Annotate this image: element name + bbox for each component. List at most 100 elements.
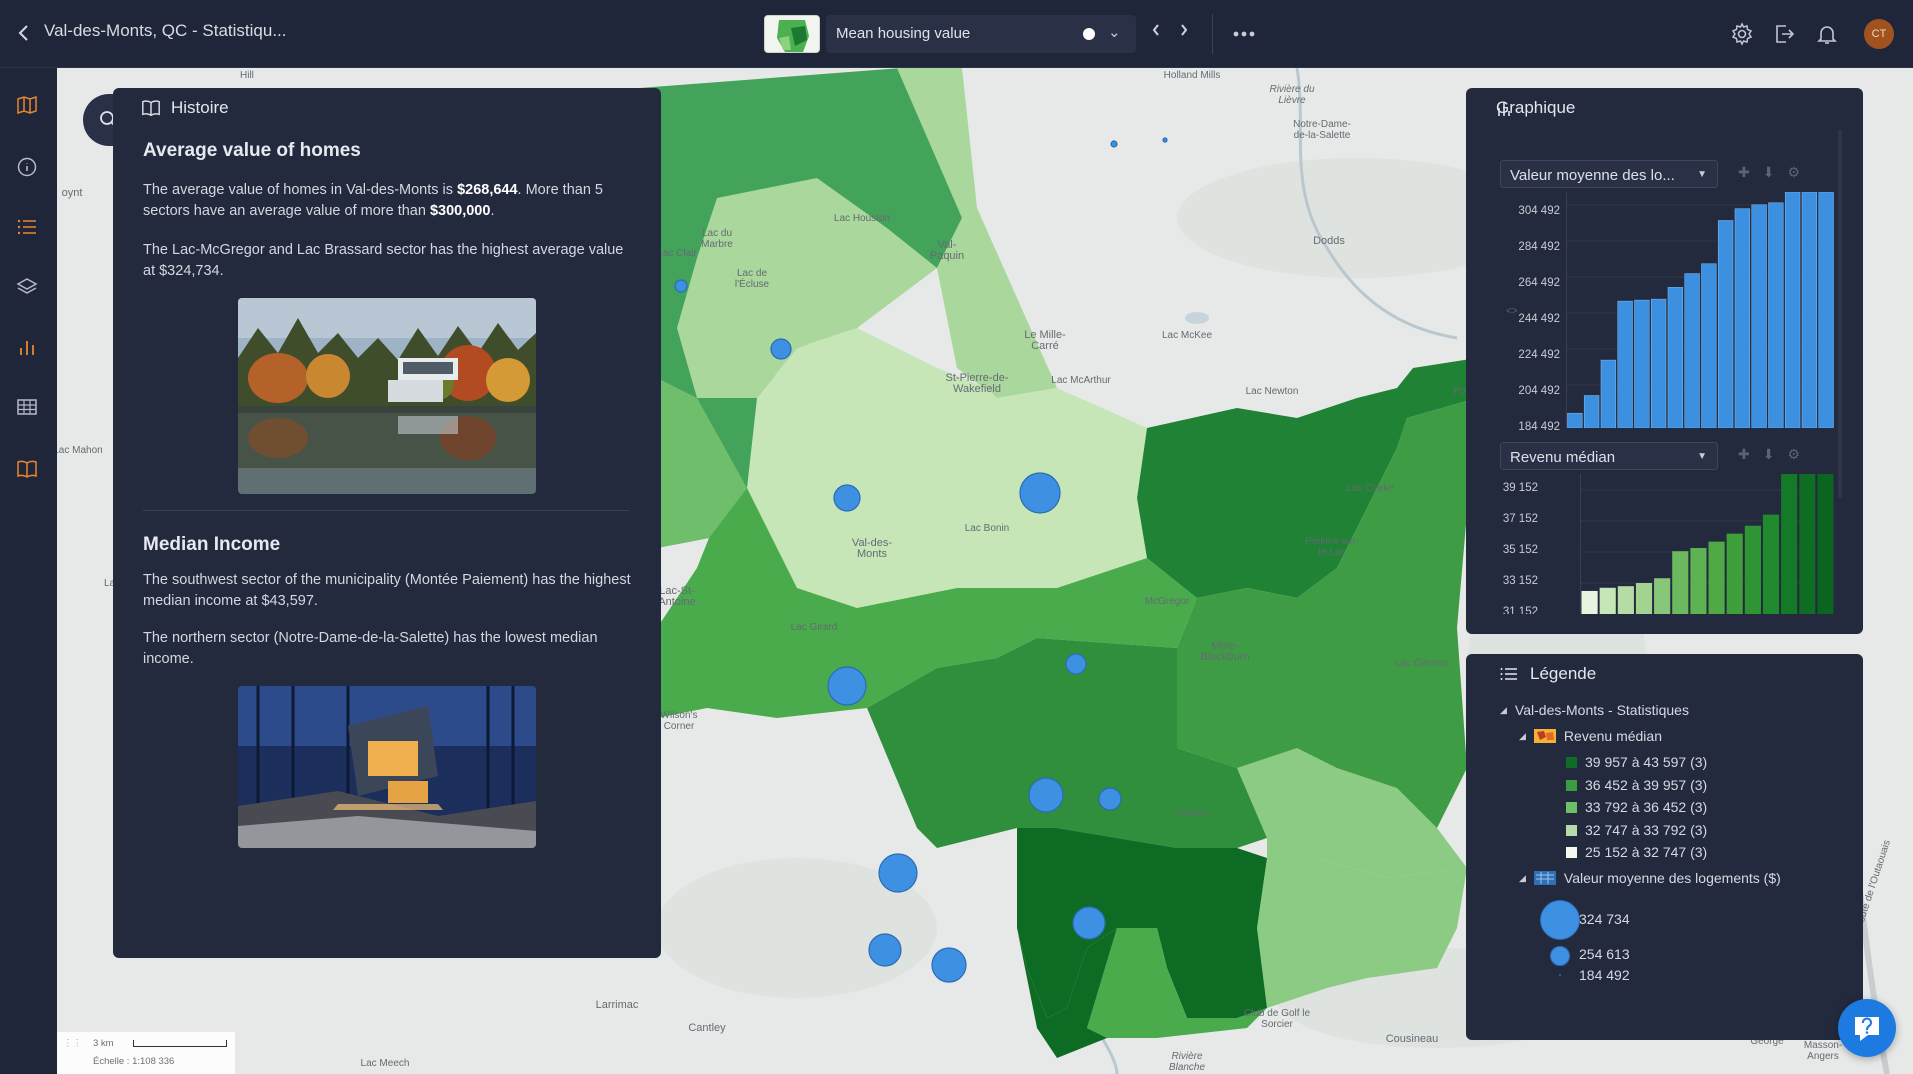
chart-bar[interactable] — [1784, 192, 1801, 428]
scale-distance: 3 km — [93, 1038, 114, 1049]
graphique-header: Graphique — [1496, 98, 1575, 118]
chart-bar[interactable] — [1617, 586, 1634, 614]
left-rail — [0, 68, 57, 1074]
chart-bar[interactable] — [1818, 192, 1834, 428]
chart2-bars[interactable] — [1580, 474, 1834, 614]
map-label: Lac Girard — [790, 622, 838, 633]
share-button[interactable] — [1772, 22, 1796, 46]
chart-bar[interactable] — [1717, 220, 1734, 428]
rail-layers-button[interactable] — [16, 276, 42, 302]
caret-down-icon: ◢ — [1500, 704, 1507, 715]
download-icon[interactable]: ⬇ — [1763, 164, 1775, 181]
rail-table-button[interactable] — [16, 396, 42, 422]
map-label: Lac-St-Antoine — [658, 585, 696, 608]
legend-bubble-small — [1559, 974, 1561, 976]
chart-bar[interactable] — [1583, 395, 1600, 428]
chart-bar[interactable] — [1781, 474, 1798, 614]
chart-bar[interactable] — [1734, 208, 1751, 428]
chart-bar[interactable] — [1690, 548, 1707, 614]
chart-bar[interactable] — [1581, 590, 1598, 614]
gear-icon[interactable]: ⚙ — [1787, 164, 1800, 181]
chart-bar[interactable] — [1744, 525, 1761, 614]
bar-chart-icon — [1498, 102, 1510, 116]
y-tick-label: 204 492 — [1518, 385, 1560, 397]
legend-layer-value[interactable]: ◢ Valeur moyenne des logements ($) — [1519, 870, 1781, 886]
layer-selector[interactable]: Mean housing value ⌄ — [826, 15, 1136, 53]
graphique-panel: Graphique Valeur moyenne des lo... ▼ ✚ ⬇… — [1466, 88, 1863, 634]
more-options-button[interactable] — [1232, 22, 1256, 43]
chart-bar[interactable] — [1708, 541, 1725, 614]
scale-line — [133, 1040, 227, 1047]
house-lake-photo — [238, 298, 536, 494]
user-avatar[interactable]: CT — [1864, 19, 1894, 49]
top-bar: Val-des-Monts, QC - Statistiqu... Mean h… — [0, 0, 1913, 68]
panel-scrollbar[interactable] — [1838, 130, 1842, 498]
add-icon[interactable]: ✚ — [1738, 164, 1750, 181]
chart-bar[interactable] — [1762, 514, 1780, 614]
chart-bar[interactable] — [1768, 202, 1784, 428]
map-label: Lac Houston — [833, 213, 891, 224]
map-label: Hill — [240, 70, 254, 81]
add-icon[interactable]: ✚ — [1738, 446, 1750, 463]
visibility-dot-icon[interactable] — [1083, 28, 1095, 40]
chart1-bars[interactable] — [1566, 192, 1834, 428]
chart-bar[interactable] — [1801, 192, 1818, 428]
chart-bar[interactable] — [1701, 263, 1717, 428]
chart-bar[interactable] — [1654, 578, 1671, 614]
legend-group[interactable]: ◢ Val-des-Monts - Statistiques — [1500, 702, 1689, 718]
rail-list-button[interactable] — [16, 216, 42, 242]
map-label: Mine-Blackburn — [1200, 640, 1250, 663]
layers-icon — [16, 278, 38, 294]
chart-bar[interactable] — [1799, 474, 1816, 614]
chart1-field-select[interactable]: Valeur moyenne des lo... ▼ — [1500, 160, 1718, 188]
map-label: Lac Gilmour — [1395, 658, 1449, 669]
chevron-left-icon — [18, 25, 28, 41]
chart-bar[interactable] — [1650, 298, 1667, 428]
map-label: Lac Bonin — [964, 523, 1010, 534]
histoire-title: Histoire — [171, 98, 229, 117]
gear-icon[interactable]: ⚙ — [1787, 446, 1800, 463]
rail-info-button[interactable] — [16, 156, 42, 182]
book-icon — [142, 100, 160, 117]
chart-bar[interactable] — [1751, 204, 1767, 428]
chart-bar[interactable] — [1567, 412, 1583, 428]
legend-layer-income[interactable]: ◢ Revenu médian — [1519, 728, 1662, 744]
settings-button[interactable] — [1730, 22, 1754, 46]
map-label: Lac McKee — [1161, 330, 1213, 341]
notifications-button[interactable] — [1815, 22, 1839, 46]
chevron-left-icon — [1152, 24, 1159, 36]
drag-handle-icon[interactable]: ⋮⋮ — [63, 1038, 82, 1049]
next-layer-button[interactable] — [1174, 22, 1194, 44]
map-label: Wilson's Corner — [660, 710, 698, 732]
chart-bar[interactable] — [1726, 533, 1743, 614]
help-button[interactable] — [1838, 999, 1896, 1057]
chart-bar[interactable] — [1672, 551, 1689, 614]
chevrons-horizontal-icon[interactable]: <> — [1506, 306, 1518, 317]
rail-chart-button[interactable] — [16, 336, 42, 362]
legend-class: 36 452 à 39 957 (3) — [1566, 777, 1707, 793]
download-icon[interactable]: ⬇ — [1763, 446, 1775, 463]
legend-class: 33 792 à 36 452 (3) — [1566, 799, 1707, 815]
chart-bar[interactable] — [1684, 273, 1700, 428]
chart-bar[interactable] — [1635, 583, 1653, 614]
chart-bar[interactable] — [1599, 587, 1616, 614]
chart-bar[interactable] — [1667, 287, 1684, 428]
chart-bar[interactable] — [1600, 359, 1617, 428]
chart2-field-select[interactable]: Revenu médian ▼ — [1500, 442, 1718, 470]
section-paragraph: The Lac-McGregor and Lac Brassard sector… — [143, 242, 624, 279]
previous-layer-button[interactable] — [1146, 22, 1166, 44]
histoire-header: Histoire — [141, 98, 229, 118]
chart-bar[interactable] — [1634, 299, 1650, 428]
chart-bar[interactable] — [1617, 300, 1633, 428]
layer-thumbnail[interactable] — [764, 15, 820, 53]
chart-bar[interactable] — [1817, 474, 1834, 614]
map-label: Larrimac — [595, 999, 639, 1011]
caret-down-icon: ▼ — [1697, 169, 1707, 180]
chevron-down-icon: ⌄ — [1108, 24, 1121, 41]
section-divider — [143, 510, 629, 511]
back-button[interactable] — [12, 20, 36, 46]
rail-story-button[interactable] — [16, 458, 42, 484]
map-label: McGregor — [1144, 596, 1190, 607]
rail-map-button[interactable] — [16, 94, 42, 120]
map-label: Club de Golf le Sorcier — [1243, 1008, 1311, 1030]
